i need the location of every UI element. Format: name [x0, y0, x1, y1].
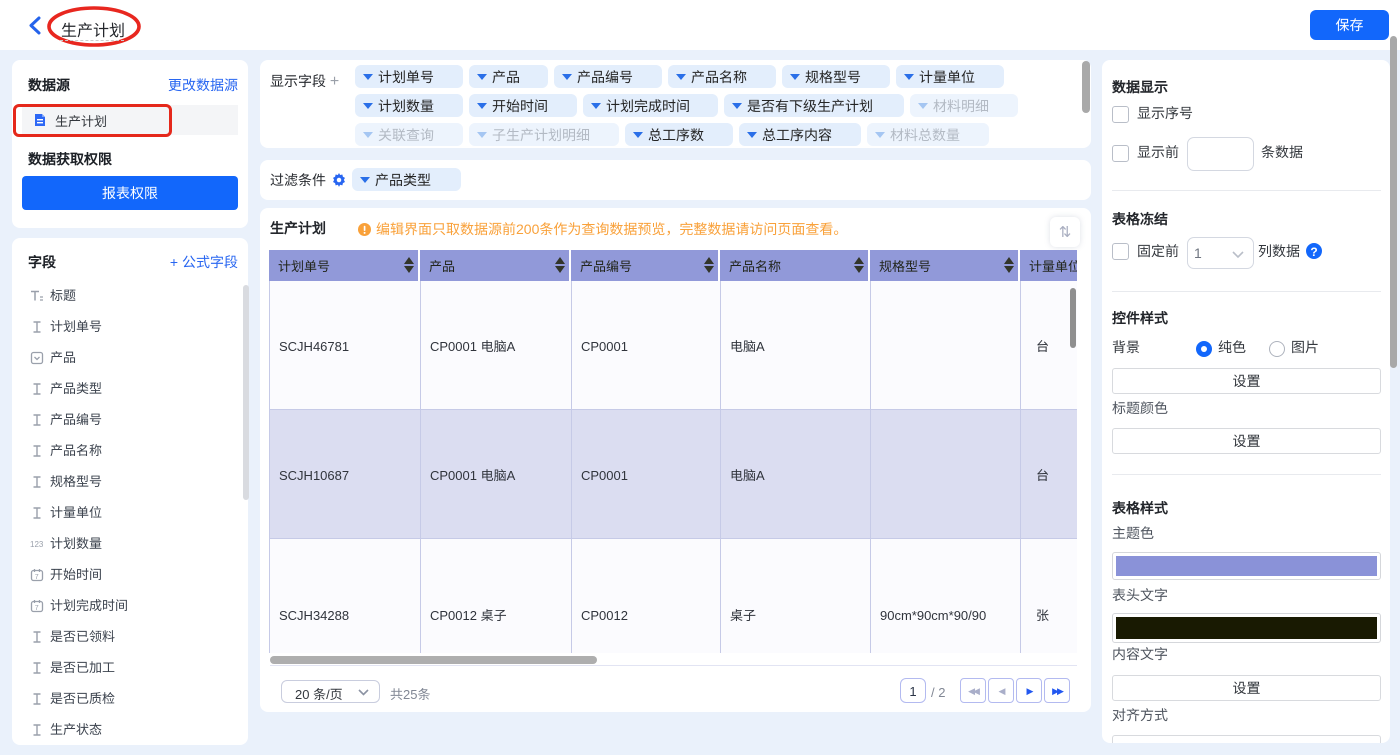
svg-text:7: 7	[35, 605, 39, 612]
svg-text:123: 123	[30, 540, 44, 549]
svg-text:7: 7	[35, 574, 39, 581]
